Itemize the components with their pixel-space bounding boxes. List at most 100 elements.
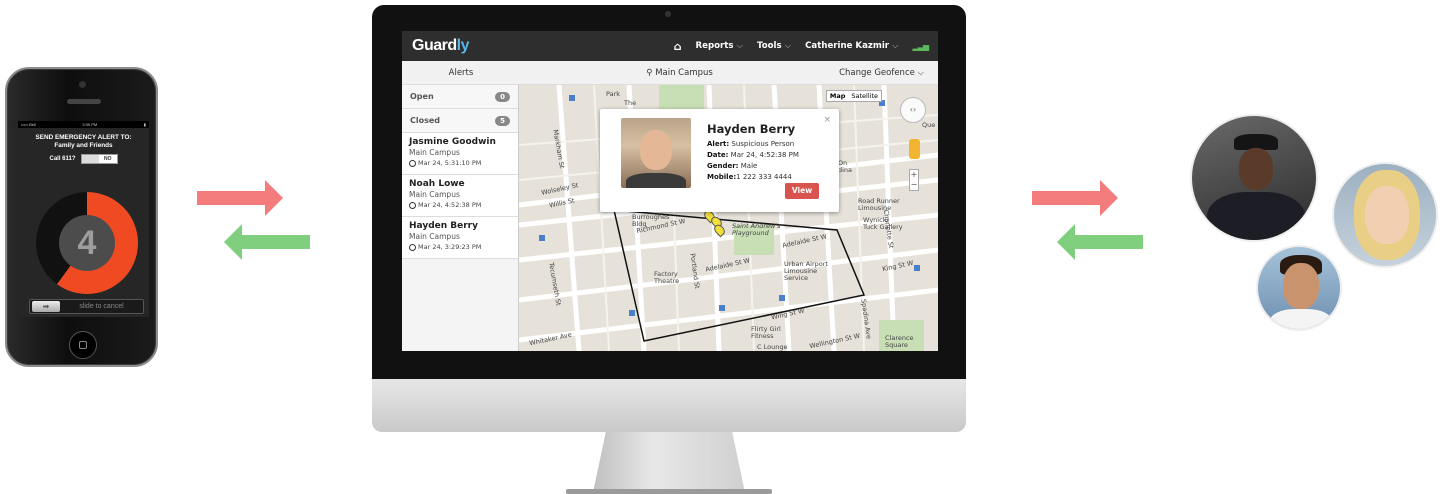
change-geofence-button[interactable]: Change Geofence ⌵ [839,68,938,78]
pan-control-icon[interactable]: ‹› [900,97,926,123]
poi-label: C Lounge [757,343,788,351]
nav-reports[interactable]: Reports ⌵ [696,41,743,51]
open-count-badge: 0 [495,91,510,102]
poi-label: Flirty Girl Fitness [751,325,781,340]
zoom-in-button[interactable]: + [910,170,918,180]
countdown-number: 4 [59,215,115,271]
poi-label: Road Runner Limousine [858,197,900,212]
call-label: Call 611? [49,156,76,162]
alert-name: Noah Lowe [409,179,465,189]
young-man-avatar [1256,245,1342,331]
pegman-icon[interactable] [909,139,920,159]
chevron-down-icon: ⌵ [784,41,792,51]
map-label: On dina [838,159,853,174]
slide-to-cancel-label: slide to cancel [79,303,124,310]
alert-list-item[interactable]: Noah Lowe Main Campus Mar 24, 4:52:38 PM [402,175,518,217]
alert-list-item[interactable]: Jasmine Goodwin Main Campus Mar 24, 5:31… [402,133,518,175]
closed-count-badge: 5 [495,115,510,126]
gender-label: Gender: [707,162,739,170]
poi-label: Urban Airport Limousine Service [784,260,828,282]
open-label: Open [410,92,434,101]
phone-camera [79,81,86,88]
phone-screen: ••••• Bell 3:30 PM ▮ SEND EMERGENCY ALER… [18,121,149,317]
alert-time-text: Mar 24, 4:52:38 PM [418,201,482,209]
imac-camera [665,11,671,17]
guardly-dashboard: Guardly ⌂ Reports ⌵ Tools ⌵ Catherine Ka… [402,31,938,351]
nav-user-menu[interactable]: Catherine Kazmir ⌵ [805,41,898,51]
zoom-control: + − [909,169,919,191]
signal-icon: ▂▃▅ [912,41,930,51]
close-icon[interactable]: × [823,115,831,125]
alert-list-item[interactable]: Hayden Berry Main Campus Mar 24, 3:29:23… [402,217,518,259]
alert-title-line2: Family and Friends [54,142,113,149]
photo-face [640,130,672,170]
campus-selector[interactable]: ⚲ Main Campus [520,68,839,78]
imac-chin [372,379,966,432]
arrow-right-icon [197,180,283,216]
map-type-map[interactable]: Map [827,91,849,101]
park-label: Saint Andrew's Playground [732,222,781,237]
gender-value: Male [740,162,758,170]
popup-gender-row: Gender: Male [707,162,757,170]
arrow-left-icon [224,224,310,260]
date-value: Mar 24, 4:52:38 PM [730,151,799,159]
arrow-right-icon [1032,180,1118,216]
view-button[interactable]: View [785,183,819,199]
man-shirt [1270,309,1332,329]
user-name: Catherine Kazmir [805,41,890,51]
closed-label: Closed [410,116,441,125]
carrier-label: ••••• Bell [21,122,36,127]
alerts-sidebar: Open 0 Closed 5 Jasmine Goodwin Main Cam… [402,85,519,351]
alert-time: Mar 24, 4:52:38 PM [409,200,511,210]
home-icon[interactable]: ⌂ [674,40,682,53]
guardly-logo[interactable]: Guardly [412,37,469,55]
popup-alert-row: Alert: Suspicious Person [707,140,794,148]
logo-main: Guard [412,37,457,54]
chevron-down-icon: ⌵ [736,41,744,51]
map-label: Que [922,121,936,129]
alerts-heading: Alerts [448,67,474,78]
map-pin-icon: ⚲ [646,67,653,78]
call-toggle[interactable]: NO [80,154,118,164]
woman-face [1365,186,1409,244]
home-button[interactable] [69,331,97,359]
countdown-ring: 4 [36,192,138,294]
popup-person-name: Hayden Berry [707,122,796,136]
campus-label: Main Campus [655,67,713,78]
imac-stand [593,432,745,492]
alert-location: Main Campus [409,232,460,241]
nav-tools[interactable]: Tools ⌵ [757,41,791,51]
alert-type-label: Alert: [707,140,730,148]
mobile-value: 1 222 333 4444 [736,173,792,181]
zoom-out-button[interactable]: − [910,180,918,190]
woman-avatar [1332,162,1438,268]
alert-name: Hayden Berry [409,221,478,231]
phone-status-bar: ••••• Bell 3:30 PM ▮ [18,121,149,128]
toggle-no-label: NO [104,156,112,162]
composite-illustration: ••••• Bell 3:30 PM ▮ SEND EMERGENCY ALER… [0,0,1444,494]
phone-speaker [67,99,101,104]
map-type-satellite[interactable]: Satellite [848,91,881,101]
battery-icon: ▮ [143,122,146,127]
date-label: Date: [707,151,729,159]
alert-location: Main Campus [409,148,460,157]
slide-to-cancel[interactable]: ➡ slide to cancel [29,299,144,314]
alert-type-value: Suspicious Person [731,140,795,148]
alert-info-popup: × Hayden Berry Alert: Suspicious Person … [600,109,839,212]
clock-icon [409,159,416,167]
nav-reports-label: Reports [695,41,734,51]
alert-time: Mar 24, 3:29:23 PM [409,242,511,252]
alert-time: Mar 24, 5:31:10 PM [409,158,511,168]
open-alerts-header[interactable]: Open 0 [402,85,518,109]
alert-time-text: Mar 24, 3:29:23 PM [418,243,482,251]
closed-alerts-header[interactable]: Closed 5 [402,109,518,133]
main-nav: ⌂ Reports ⌵ Tools ⌵ Catherine Kazmir ⌵ ▂… [674,40,930,53]
toggle-off-half [81,155,99,163]
clock-icon [409,201,416,209]
popup-date-row: Date: Mar 24, 4:52:38 PM [707,151,799,159]
imac-base [566,489,772,494]
arrow-right-icon[interactable]: ➡ [32,301,60,312]
map-view[interactable]: Richmond St W Adelaide St W Adelaide St … [519,85,938,351]
emergency-alert-title: SEND EMERGENCY ALERT TO: Family and Frie… [18,134,149,150]
poi-label: Burroughes Bldg [632,213,670,228]
